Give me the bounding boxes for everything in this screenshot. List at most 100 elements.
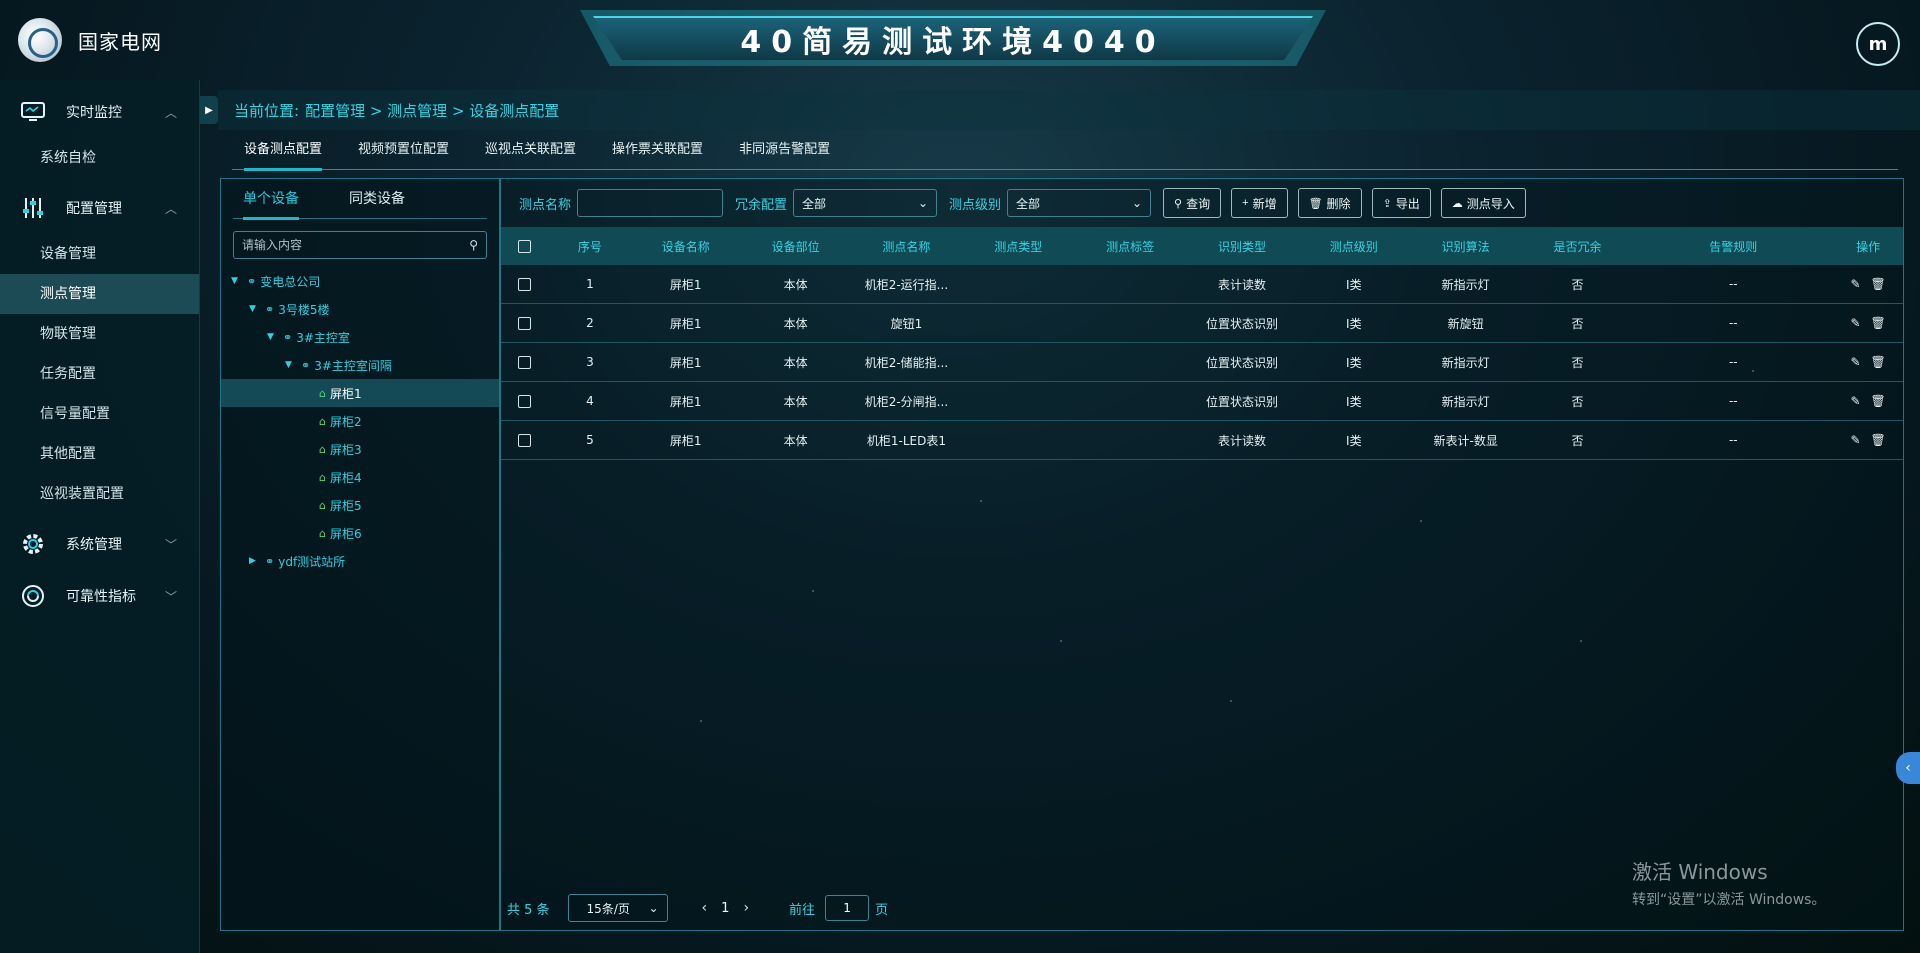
import-points-button[interactable]: ☁ 测点导入: [1440, 188, 1526, 218]
next-page-icon[interactable]: ›: [743, 900, 749, 916]
tree-node-label: 屏柜1: [329, 386, 362, 401]
tree-node[interactable]: ▶ ⚭ ydf测试站所: [221, 547, 499, 575]
table-cell-alg: 新旋钮: [1447, 316, 1484, 331]
tree-node[interactable]: ▼ ⚭ 变电总公司: [221, 267, 499, 295]
tree-node-label: 3#主控室: [296, 330, 350, 345]
current-page-number[interactable]: 1: [721, 901, 729, 916]
query-button[interactable]: ⚲ 查询: [1163, 188, 1222, 218]
edit-icon[interactable]: ✎: [1850, 394, 1860, 408]
table-row[interactable]: 4 屏柜1 本体 机柜2-分闸指... 位置状态识别 Ⅰ类 新指示灯否 -- ✎ 🗑: [501, 382, 1903, 421]
caret-down-icon[interactable]: ▼: [285, 360, 299, 370]
caret-right-icon[interactable]: ▶: [249, 556, 263, 566]
table-cell-level: Ⅰ类: [1346, 316, 1362, 331]
monitor-icon: [21, 102, 45, 121]
search-icon[interactable]: ⚲: [469, 238, 478, 252]
tree-node-label: 屏柜5: [329, 498, 362, 513]
table-cell-name: 机柜1-LED表1: [866, 433, 946, 448]
tab-device-point-config[interactable]: 设备测点配置: [244, 130, 323, 171]
nav-group-system-management[interactable]: 系统管理 ﹀: [0, 518, 199, 570]
point-level-select[interactable]: 全部 ⌄: [1007, 189, 1152, 217]
select-all-checkbox[interactable]: [518, 239, 532, 253]
tree-node[interactable]: ⌂ 屏柜4: [221, 463, 499, 491]
user-avatar[interactable]: m: [1856, 22, 1900, 66]
tree-node[interactable]: ⌂ 屏柜5: [221, 491, 499, 519]
caret-down-icon[interactable]: ▼: [267, 332, 281, 342]
windows-activation-watermark: 激活 Windows 转到“设置”以激活 Windows。: [1632, 856, 1825, 909]
table-cell-level: Ⅰ类: [1346, 433, 1362, 448]
tree-node[interactable]: ⌂ 屏柜1: [221, 379, 499, 407]
edit-icon[interactable]: ✎: [1850, 277, 1860, 291]
column-header: 序号: [577, 239, 602, 254]
table-cell-rtype: 位置状态识别: [1205, 316, 1278, 331]
trash-icon[interactable]: 🗑: [1871, 277, 1886, 291]
tab-operation-ticket-link-config[interactable]: 操作票关联配置: [612, 130, 703, 170]
tree-tabs: 单个设备 同类设备: [233, 179, 487, 220]
add-button[interactable]: + 新增: [1231, 188, 1288, 218]
nav-group-config-management[interactable]: 配置管理 ︿: [0, 182, 199, 234]
nav-item-device-management[interactable]: 设备管理: [0, 234, 199, 274]
table-header: 序号 设备名称 设备部位 测点名称 测点类型 测点标签 识别类型 测点级别 识别…: [501, 227, 1903, 265]
tree-node[interactable]: ⌂ 屏柜6: [221, 519, 499, 547]
page-size-select[interactable]: 15条/页 ⌄: [567, 894, 668, 922]
nav-item-task-config[interactable]: 任务配置: [0, 354, 199, 394]
tree-node[interactable]: ⌂ 屏柜2: [221, 407, 499, 435]
edit-icon[interactable]: ✎: [1850, 355, 1860, 369]
nav-group-reliability-index[interactable]: 可靠性指标 ﹀: [0, 570, 199, 622]
nav-item-other-config[interactable]: 其他配置: [0, 434, 199, 474]
row-checkbox[interactable]: [518, 394, 532, 408]
table-row[interactable]: 3 屏柜1 本体 机柜2-储能指... 位置状态识别 Ⅰ类 新指示灯否 -- ✎ 🗑: [501, 343, 1903, 382]
table-cell-name: 机柜2-运行指...: [864, 277, 949, 292]
row-select-cell: [501, 394, 549, 408]
tree-search-input[interactable]: [242, 238, 470, 252]
row-checkbox[interactable]: [518, 277, 532, 291]
sliders-icon: [23, 198, 43, 218]
row-checkbox[interactable]: [518, 433, 532, 447]
goto-page-input[interactable]: [825, 895, 870, 921]
filter-bar: 测点名称 冗余配置 全部 ⌄ 测点级别 全部 ⌄ ⚲ 查询 + 新增 🗑 删除 ⇪ 导出…: [501, 179, 1903, 227]
nav-group-label: 系统管理: [66, 537, 122, 553]
chevron-up-icon: ︿: [164, 105, 177, 120]
caret-down-icon[interactable]: ▼: [231, 276, 245, 286]
edit-icon[interactable]: ✎: [1850, 433, 1860, 447]
trash-icon[interactable]: 🗑: [1871, 355, 1886, 369]
nav-item-iot-management[interactable]: 物联管理: [0, 314, 199, 354]
tree-node[interactable]: ▼ ⚭ 3#主控室: [221, 323, 499, 351]
trash-icon[interactable]: 🗑: [1871, 394, 1886, 408]
tab-video-preset-config[interactable]: 视频预置位配置: [358, 130, 449, 170]
tab-patrol-point-link-config[interactable]: 巡视点关联配置: [485, 130, 576, 170]
prev-page-icon[interactable]: ‹: [702, 900, 708, 916]
nav-item-signal-config[interactable]: 信号量配置: [0, 394, 199, 434]
row-checkbox[interactable]: [518, 355, 532, 369]
delete-button[interactable]: 🗑 删除: [1297, 188, 1362, 218]
page-size-value: 15条/页: [586, 901, 630, 916]
redundancy-select[interactable]: 全部 ⌄: [793, 189, 938, 217]
table-cell-rule: --: [1728, 394, 1738, 408]
table-cell-part: 本体: [783, 433, 808, 448]
tree-node[interactable]: ▼ ⚭ 3#主控室间隔: [221, 351, 499, 379]
tab-similar-devices[interactable]: 同类设备: [339, 179, 405, 219]
side-drawer-toggle[interactable]: ‹: [1896, 752, 1920, 784]
nav-item-point-management[interactable]: 测点管理: [0, 274, 199, 314]
nav-group-realtime-monitor[interactable]: 实时监控 ︿: [0, 86, 199, 138]
edit-icon[interactable]: ✎: [1850, 316, 1860, 330]
sidebar-collapse-toggle[interactable]: ▶: [200, 96, 218, 124]
nav-group-label: 配置管理: [66, 201, 122, 217]
nav-item-system-selfcheck[interactable]: 系统自检: [0, 138, 199, 178]
column-header: 测点名称: [882, 239, 931, 254]
tree-node[interactable]: ▼ ⚭ 3号楼5楼: [221, 295, 499, 323]
tab-nonhomologous-alarm-config[interactable]: 非同源告警配置: [739, 130, 830, 170]
point-name-input[interactable]: [577, 189, 724, 217]
system-title: 40简易测试环境4040: [740, 25, 1166, 60]
table-row[interactable]: 1 屏柜1 本体 机柜2-运行指... 表计读数 Ⅰ类 新指示灯否 -- ✎ 🗑: [501, 265, 1903, 304]
caret-down-icon[interactable]: ▼: [249, 304, 263, 314]
trash-icon[interactable]: 🗑: [1871, 433, 1886, 447]
tab-single-device[interactable]: 单个设备: [233, 179, 299, 220]
nav-item-patrol-device-config[interactable]: 巡视装置配置: [0, 474, 199, 514]
tree-node[interactable]: ⌂ 屏柜3: [221, 435, 499, 463]
row-checkbox[interactable]: [518, 316, 532, 330]
table-row[interactable]: 2 屏柜1 本体 旋钮1 位置状态识别 Ⅰ类 新旋钮否 -- ✎ 🗑: [501, 304, 1903, 343]
trash-icon[interactable]: 🗑: [1871, 316, 1886, 330]
table-row[interactable]: 5 屏柜1 本体 机柜1-LED表1 表计读数 Ⅰ类 新表计-数显否 -- ✎ 🗑: [501, 421, 1903, 460]
export-button[interactable]: ⇪ 导出: [1371, 188, 1431, 218]
table-cell-rtype: 表计读数: [1217, 277, 1266, 292]
